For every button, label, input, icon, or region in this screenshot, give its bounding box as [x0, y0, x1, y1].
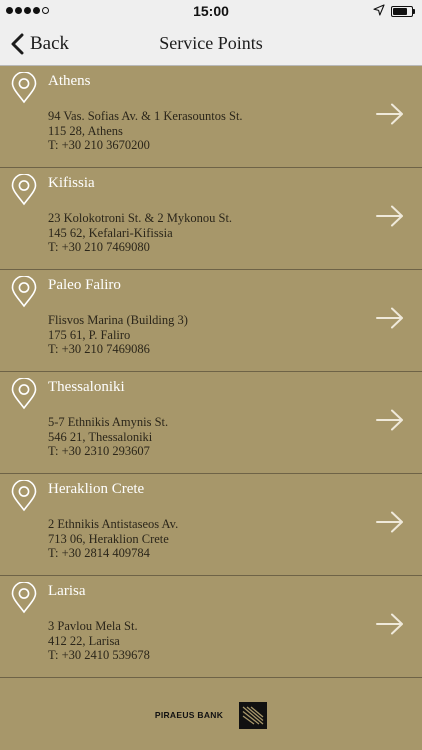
service-point-address: 3 Pavlou Mela St.	[48, 619, 138, 633]
status-bar: 15:00	[0, 0, 422, 22]
navigation-bar: Back Service Points	[0, 22, 422, 66]
service-point-postal: 175 61, P. Faliro	[48, 327, 131, 342]
location-pin-icon	[11, 276, 37, 308]
service-point-postal: 713 06, Heraklion Crete	[48, 531, 169, 546]
page-title: Service Points	[159, 33, 263, 53]
list-item-service-point[interactable]: Kifissia 23 Kolokotroni St. & 2 Mykonou …	[0, 168, 422, 270]
list-item-service-point[interactable]: Heraklion Crete 2 Ethnikis Antistaseos A…	[0, 474, 422, 576]
service-point-postal: 412 22, Larisa	[48, 633, 120, 648]
arrow-right-icon[interactable]	[376, 511, 404, 533]
service-point-city: Athens	[48, 73, 91, 89]
service-point-address-block: 5-7 Ethnikis Amynis St. 546 21, Thessalo…	[48, 415, 168, 459]
service-point-city: Paleo Faliro	[48, 277, 121, 293]
location-arrow-icon	[373, 4, 385, 16]
location-pin-icon	[11, 72, 37, 104]
service-point-city: Kifissia	[48, 175, 95, 191]
arrow-right-icon[interactable]	[376, 307, 404, 329]
service-point-address: Flisvos Marina (Building 3)	[48, 313, 188, 327]
service-point-address-block: 3 Pavlou Mela St. 412 22, Larisa T: +30 …	[48, 619, 150, 663]
piraeus-logo-icon	[239, 701, 268, 729]
service-points-list: Athens 94 Vas. Sofias Av. & 1 Kerasounto…	[0, 66, 422, 678]
service-point-address: 94 Vas. Sofias Av. & 1 Kerasountos St.	[48, 109, 243, 123]
arrow-right-icon[interactable]	[376, 103, 404, 125]
status-time: 15:00	[193, 3, 229, 19]
service-point-address-block: 23 Kolokotroni St. & 2 Mykonou St. 145 6…	[48, 211, 232, 255]
service-point-address-block: 94 Vas. Sofias Av. & 1 Kerasountos St. 1…	[48, 109, 243, 153]
service-point-phone[interactable]: T: +30 2814 409784	[48, 546, 178, 561]
service-point-city: Larisa	[48, 583, 86, 599]
service-point-phone[interactable]: T: +30 2410 539678	[48, 648, 150, 663]
list-item-service-point[interactable]: Thessaloniki 5-7 Ethnikis Amynis St. 546…	[0, 372, 422, 474]
footer: PIRAEUS BANK	[0, 700, 422, 730]
service-point-city: Heraklion Crete	[48, 481, 145, 497]
bank-logo-text: PIRAEUS BANK	[154, 710, 224, 720]
service-point-phone[interactable]: T: +30 2310 293607	[48, 444, 168, 459]
list-item-service-point[interactable]: Paleo Faliro Flisvos Marina (Building 3)…	[0, 270, 422, 372]
service-point-address: 5-7 Ethnikis Amynis St.	[48, 415, 169, 429]
service-point-city: Thessaloniki	[48, 379, 125, 395]
list-item-service-point[interactable]: Athens 94 Vas. Sofias Av. & 1 Kerasounto…	[0, 66, 422, 168]
service-point-address: 23 Kolokotroni St. & 2 Mykonou St.	[48, 211, 233, 225]
arrow-right-icon[interactable]	[376, 613, 404, 635]
service-point-postal: 115 28, Athens	[48, 123, 123, 138]
service-point-address-block: Flisvos Marina (Building 3) 175 61, P. F…	[48, 313, 188, 357]
service-point-address-block: 2 Ethnikis Antistaseos Av. 713 06, Herak…	[48, 517, 178, 561]
arrow-right-icon[interactable]	[376, 409, 404, 431]
battery-level	[393, 8, 407, 15]
service-point-phone[interactable]: T: +30 210 7469080	[48, 240, 232, 255]
service-point-phone[interactable]: T: +30 210 7469086	[48, 342, 188, 357]
service-point-phone[interactable]: T: +30 210 3670200	[48, 138, 243, 153]
service-point-postal: 546 21, Thessaloniki	[48, 429, 153, 444]
location-pin-icon	[11, 480, 37, 512]
battery-icon	[391, 6, 413, 17]
location-pin-icon	[11, 582, 37, 614]
service-point-postal: 145 62, Kefalari-Kifissia	[48, 225, 173, 240]
location-pin-icon	[11, 174, 37, 206]
list-item-service-point[interactable]: Larisa 3 Pavlou Mela St. 412 22, Larisa …	[0, 576, 422, 678]
location-pin-icon	[11, 378, 37, 410]
service-point-address: 2 Ethnikis Antistaseos Av.	[48, 517, 179, 531]
arrow-right-icon[interactable]	[376, 205, 404, 227]
